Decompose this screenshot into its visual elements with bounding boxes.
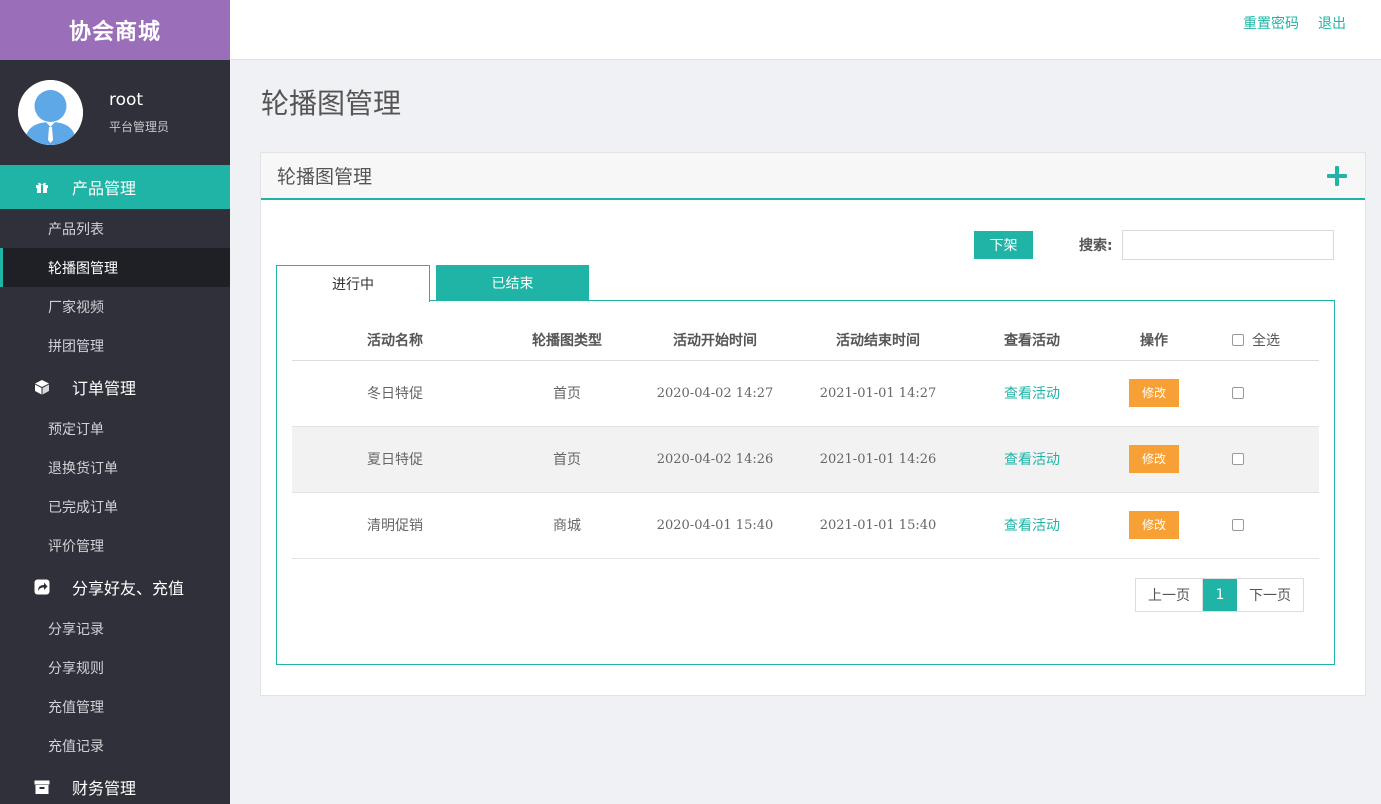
view-activity-link[interactable]: 查看活动 [1004, 452, 1060, 468]
view-activity-link[interactable]: 查看活动 [1004, 518, 1060, 534]
end-time: 2021-01-01 14:26 [794, 426, 962, 493]
archive-icon [34, 779, 50, 795]
nav-group-products[interactable]: 产品管理 [0, 165, 230, 209]
next-page-button[interactable]: 下一页 [1237, 579, 1303, 611]
column-header: 活动结束时间 [794, 320, 962, 361]
share-icon [34, 579, 50, 595]
select-all-header: 全选 [1206, 320, 1319, 361]
status-tabs: 进行中 已结束 [276, 265, 589, 302]
table-header-row: 活动名称 轮播图类型 活动开始时间 活动结束时间 查看活动 操作 全选 [292, 320, 1319, 361]
add-icon[interactable] [1327, 165, 1347, 186]
row-checkbox[interactable] [1232, 387, 1244, 399]
carousel-table: 活动名称 轮播图类型 活动开始时间 活动结束时间 查看活动 操作 全选 冬日特促… [292, 320, 1319, 559]
activity-name: 清明促销 [292, 492, 498, 559]
carousel-panel: 轮播图管理 下架 搜索: 进行中 已结束 活动名称 轮播图类型 活动开始时间 活… [260, 152, 1366, 696]
avatar [18, 80, 83, 145]
nav-group-label: 分享好友、充值 [72, 579, 185, 598]
end-time: 2021-01-01 15:40 [794, 492, 962, 559]
search-label: 搜索: [1079, 238, 1113, 254]
sidebar-item-reviews[interactable]: 评价管理 [0, 526, 230, 565]
sidebar: 协会商城 root 平台管理员 产品管理 产品列表 轮播图管理 厂家视频 拼团管… [0, 0, 230, 804]
column-header: 操作 [1102, 320, 1206, 361]
carousel-type: 首页 [498, 426, 636, 493]
top-bar: 重置密码 退出 [230, 0, 1381, 60]
cube-icon [34, 379, 50, 395]
user-profile: root 平台管理员 [0, 60, 230, 165]
edit-button[interactable]: 修改 [1129, 511, 1179, 539]
nav-group-orders[interactable]: 订单管理 [0, 365, 230, 409]
page-number-button[interactable]: 1 [1203, 579, 1237, 611]
sidebar-item-vendor-video[interactable]: 厂家视频 [0, 287, 230, 326]
start-time: 2020-04-01 15:40 [636, 492, 794, 559]
search-input[interactable] [1122, 230, 1334, 260]
gift-icon [34, 179, 50, 195]
sidebar-item-group-buy[interactable]: 拼团管理 [0, 326, 230, 365]
select-all-checkbox[interactable] [1232, 333, 1244, 346]
activity-name: 夏日特促 [292, 426, 498, 493]
sidebar-item-completed-orders[interactable]: 已完成订单 [0, 487, 230, 526]
reset-password-link[interactable]: 重置密码 [1243, 13, 1299, 33]
nav-group-share[interactable]: 分享好友、充值 [0, 565, 230, 609]
nav-group-label: 财务管理 [72, 779, 137, 798]
view-activity-link[interactable]: 查看活动 [1004, 386, 1060, 402]
carousel-type: 首页 [498, 360, 636, 427]
sidebar-item-share-records[interactable]: 分享记录 [0, 609, 230, 648]
pagination: 上一页 1 下一页 [1135, 578, 1304, 612]
user-role: 平台管理员 [109, 120, 170, 134]
sidebar-item-product-list[interactable]: 产品列表 [0, 209, 230, 248]
sidebar-item-recharge-records[interactable]: 充值记录 [0, 726, 230, 765]
sidebar-item-return-orders[interactable]: 退换货订单 [0, 448, 230, 487]
edit-button[interactable]: 修改 [1129, 379, 1179, 407]
offline-button[interactable]: 下架 [974, 231, 1033, 259]
sidebar-item-carousel[interactable]: 轮播图管理 [0, 248, 230, 287]
sidebar-item-booking-orders[interactable]: 预定订单 [0, 409, 230, 448]
column-header: 活动开始时间 [636, 320, 794, 361]
sidebar-item-recharge-manage[interactable]: 充值管理 [0, 687, 230, 726]
column-header: 活动名称 [292, 320, 498, 361]
start-time: 2020-04-02 14:27 [636, 360, 794, 427]
table-row: 清明促销 商城 2020-04-01 15:40 2021-01-01 15:4… [292, 492, 1319, 559]
column-header: 轮播图类型 [498, 320, 636, 361]
tab-ongoing[interactable]: 进行中 [276, 265, 430, 302]
select-all-label: 全选 [1252, 332, 1280, 349]
carousel-type: 商城 [498, 492, 636, 559]
tab-ended[interactable]: 已结束 [436, 265, 589, 300]
user-name: root [109, 90, 144, 110]
nav-group-label: 产品管理 [72, 179, 137, 198]
nav-group-label: 订单管理 [72, 379, 137, 398]
page-title: 轮播图管理 [261, 87, 402, 120]
tab-content: 活动名称 轮播图类型 活动开始时间 活动结束时间 查看活动 操作 全选 冬日特促… [276, 300, 1335, 665]
activity-name: 冬日特促 [292, 360, 498, 427]
table-row: 冬日特促 首页 2020-04-02 14:27 2021-01-01 14:2… [292, 360, 1319, 427]
row-checkbox[interactable] [1232, 519, 1244, 531]
end-time: 2021-01-01 14:27 [794, 360, 962, 427]
row-checkbox[interactable] [1232, 453, 1244, 465]
sidebar-item-share-rules[interactable]: 分享规则 [0, 648, 230, 687]
panel-header: 轮播图管理 [261, 153, 1365, 200]
prev-page-button[interactable]: 上一页 [1136, 579, 1203, 611]
logout-link[interactable]: 退出 [1318, 13, 1346, 33]
start-time: 2020-04-02 14:26 [636, 426, 794, 493]
panel-title: 轮播图管理 [277, 166, 373, 188]
brand-logo: 协会商城 [0, 0, 230, 60]
table-row: 夏日特促 首页 2020-04-02 14:26 2021-01-01 14:2… [292, 426, 1319, 493]
edit-button[interactable]: 修改 [1129, 445, 1179, 473]
nav-group-finance[interactable]: 财务管理 [0, 765, 230, 804]
column-header: 查看活动 [962, 320, 1102, 361]
